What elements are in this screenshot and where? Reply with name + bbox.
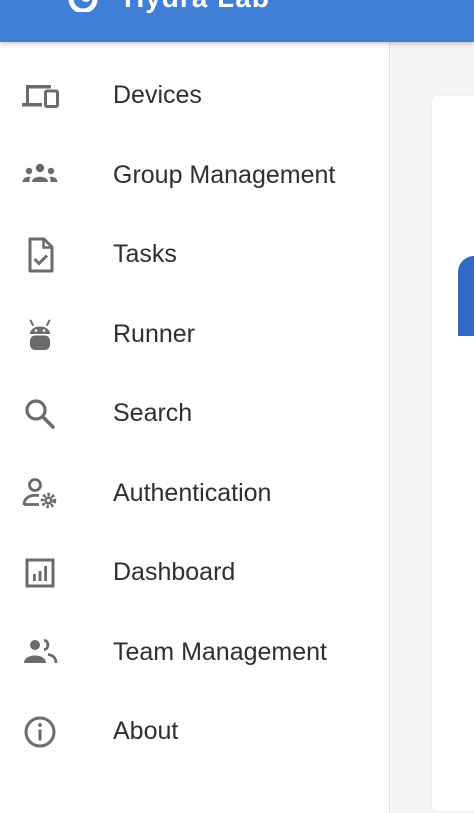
content-card xyxy=(432,96,474,811)
nav-label-runner: Runner xyxy=(113,319,195,348)
nav-label-about: About xyxy=(113,717,179,746)
devices-icon xyxy=(18,74,62,118)
nav-item-group-management[interactable]: Group Management xyxy=(0,136,389,216)
nav-item-devices[interactable]: Devices xyxy=(0,56,389,136)
info-icon xyxy=(18,710,62,754)
nav-list: Devices Group Management Tasks Runner Se… xyxy=(0,56,389,772)
nav-label-team-management: Team Management xyxy=(113,637,328,666)
logo-icon xyxy=(68,0,98,12)
navigation-drawer: Devices Group Management Tasks Runner Se… xyxy=(0,42,390,813)
user-settings-icon xyxy=(18,471,62,515)
search-icon xyxy=(18,392,62,436)
nav-item-about[interactable]: About xyxy=(0,692,389,772)
nav-item-runner[interactable]: Runner xyxy=(0,295,389,375)
nav-label-dashboard: Dashboard xyxy=(113,558,236,587)
nav-item-team-management[interactable]: Team Management xyxy=(0,613,389,693)
people-icon xyxy=(18,630,62,674)
groups-icon xyxy=(18,153,62,197)
task-icon xyxy=(18,233,62,277)
nav-item-search[interactable]: Search xyxy=(0,374,389,454)
dashboard-icon xyxy=(18,551,62,595)
nav-label-tasks: Tasks xyxy=(113,240,177,269)
app-bar: Hydra Lab xyxy=(0,0,474,42)
nav-item-tasks[interactable]: Tasks xyxy=(0,215,389,295)
content-blue-panel[interactable] xyxy=(458,256,474,336)
nav-label-search: Search xyxy=(113,399,193,428)
nav-label-authentication: Authentication xyxy=(113,478,272,507)
nav-label-group-management: Group Management xyxy=(113,160,336,189)
nav-item-dashboard[interactable]: Dashboard xyxy=(0,533,389,613)
android-icon xyxy=(18,312,62,356)
app-title: Hydra Lab xyxy=(124,0,270,14)
nav-item-authentication[interactable]: Authentication xyxy=(0,454,389,534)
nav-label-devices: Devices xyxy=(113,81,202,110)
